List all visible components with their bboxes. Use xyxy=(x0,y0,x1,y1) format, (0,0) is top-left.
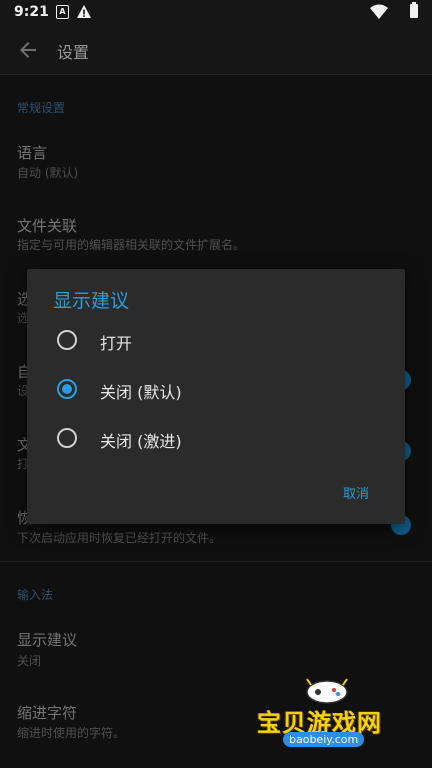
option-off-default-label: 关闭 (默认) xyxy=(100,383,182,402)
warning-icon xyxy=(77,5,91,18)
page-title: 设置 xyxy=(57,43,90,62)
gamepad-icon xyxy=(306,678,348,704)
status-bar: 9:21 A xyxy=(0,0,432,26)
pref-indent-char-summary: 缩进时使用的字符。 xyxy=(17,726,126,740)
back-arrow-icon[interactable] xyxy=(16,38,40,62)
option-off-aggressive-label: 关闭 (激进) xyxy=(100,432,182,451)
notification-icon: A xyxy=(56,5,69,19)
radio-off-default[interactable] xyxy=(57,379,77,399)
pref-language-title: 语言 xyxy=(17,144,48,162)
pref-file-association-title: 文件关联 xyxy=(17,217,78,235)
pref-indent-char-title: 缩进字符 xyxy=(17,704,78,722)
pref-language-summary: 自动 (默认) xyxy=(17,166,79,180)
section-header-input: 输入法 xyxy=(17,588,54,602)
suggestions-dialog: 显示建议 打开 关闭 (默认) 关闭 (激进) 取消 xyxy=(27,269,405,524)
option-off-aggressive[interactable]: 关闭 (激进) xyxy=(27,417,405,461)
watermark-url: baobeiy.com xyxy=(283,732,365,747)
status-time: 9:21 xyxy=(14,4,49,20)
wifi-icon xyxy=(370,4,388,19)
battery-icon xyxy=(410,2,418,18)
section-header-general: 常规设置 xyxy=(17,101,66,115)
section-divider xyxy=(0,561,432,562)
pref-file-association-summary: 指定与可用的编辑器相关联的文件扩展名。 xyxy=(17,238,246,252)
dialog-title: 显示建议 xyxy=(53,290,130,312)
cancel-button[interactable]: 取消 xyxy=(343,483,369,502)
pref-restore-files-summary: 下次启动应用时恢复已经打开的文件。 xyxy=(17,531,222,545)
pref-show-suggestions-summary: 关闭 xyxy=(17,654,42,668)
pref-show-suggestions-title: 显示建议 xyxy=(17,631,78,649)
watermark-logo: 宝贝游戏网 baobeiy.com xyxy=(253,675,403,755)
radio-off-aggressive[interactable] xyxy=(57,428,77,448)
option-on-label: 打开 xyxy=(100,334,133,353)
app-bar: 设置 xyxy=(0,26,432,75)
option-on[interactable]: 打开 xyxy=(27,319,405,363)
radio-on[interactable] xyxy=(57,330,77,350)
option-off-default[interactable]: 关闭 (默认) xyxy=(27,368,405,412)
